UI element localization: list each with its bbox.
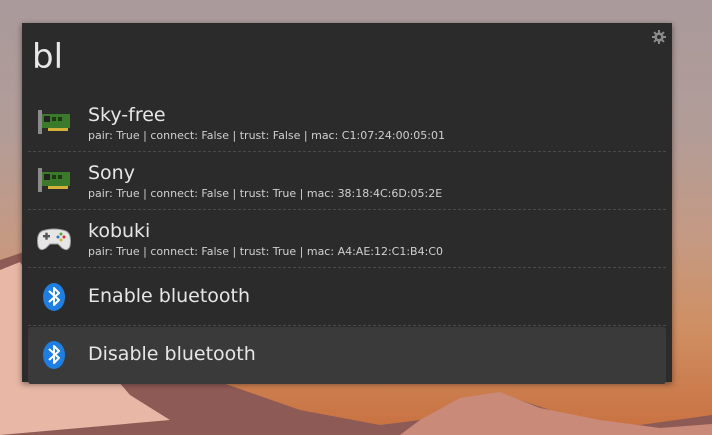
bluetooth-icon [36,280,72,312]
result-title: Disable bluetooth [88,343,256,365]
result-item-sky-free[interactable]: Sky-free pair: True | connect: False | t… [28,95,666,152]
launcher-window: bl Sky-free pair: True | connect: False … [22,23,672,385]
result-subtitle: pair: True | connect: False | trust: Fal… [88,129,446,142]
network-card-icon [36,106,72,138]
result-title: Enable bluetooth [88,285,251,307]
result-item-kobuki[interactable]: kobuki pair: True | connect: False | tru… [28,211,666,268]
result-title: kobuki [88,220,151,242]
gamepad-icon [36,222,72,254]
search-query-input[interactable]: bl [32,33,63,81]
result-item-enable-bluetooth[interactable]: Enable bluetooth [28,269,666,326]
results-list: Sky-free pair: True | connect: False | t… [22,95,672,385]
result-subtitle: pair: True | connect: False | trust: Tru… [88,245,443,258]
result-title: Sky-free [88,104,166,126]
result-subtitle: pair: True | connect: False | trust: Tru… [88,187,443,200]
result-title: Sony [88,162,135,184]
result-item-sony[interactable]: Sony pair: True | connect: False | trust… [28,153,666,210]
result-item-disable-bluetooth[interactable]: Disable bluetooth [28,327,666,384]
network-card-icon [36,164,72,196]
bluetooth-icon [36,338,72,370]
gear-icon[interactable] [652,29,666,44]
